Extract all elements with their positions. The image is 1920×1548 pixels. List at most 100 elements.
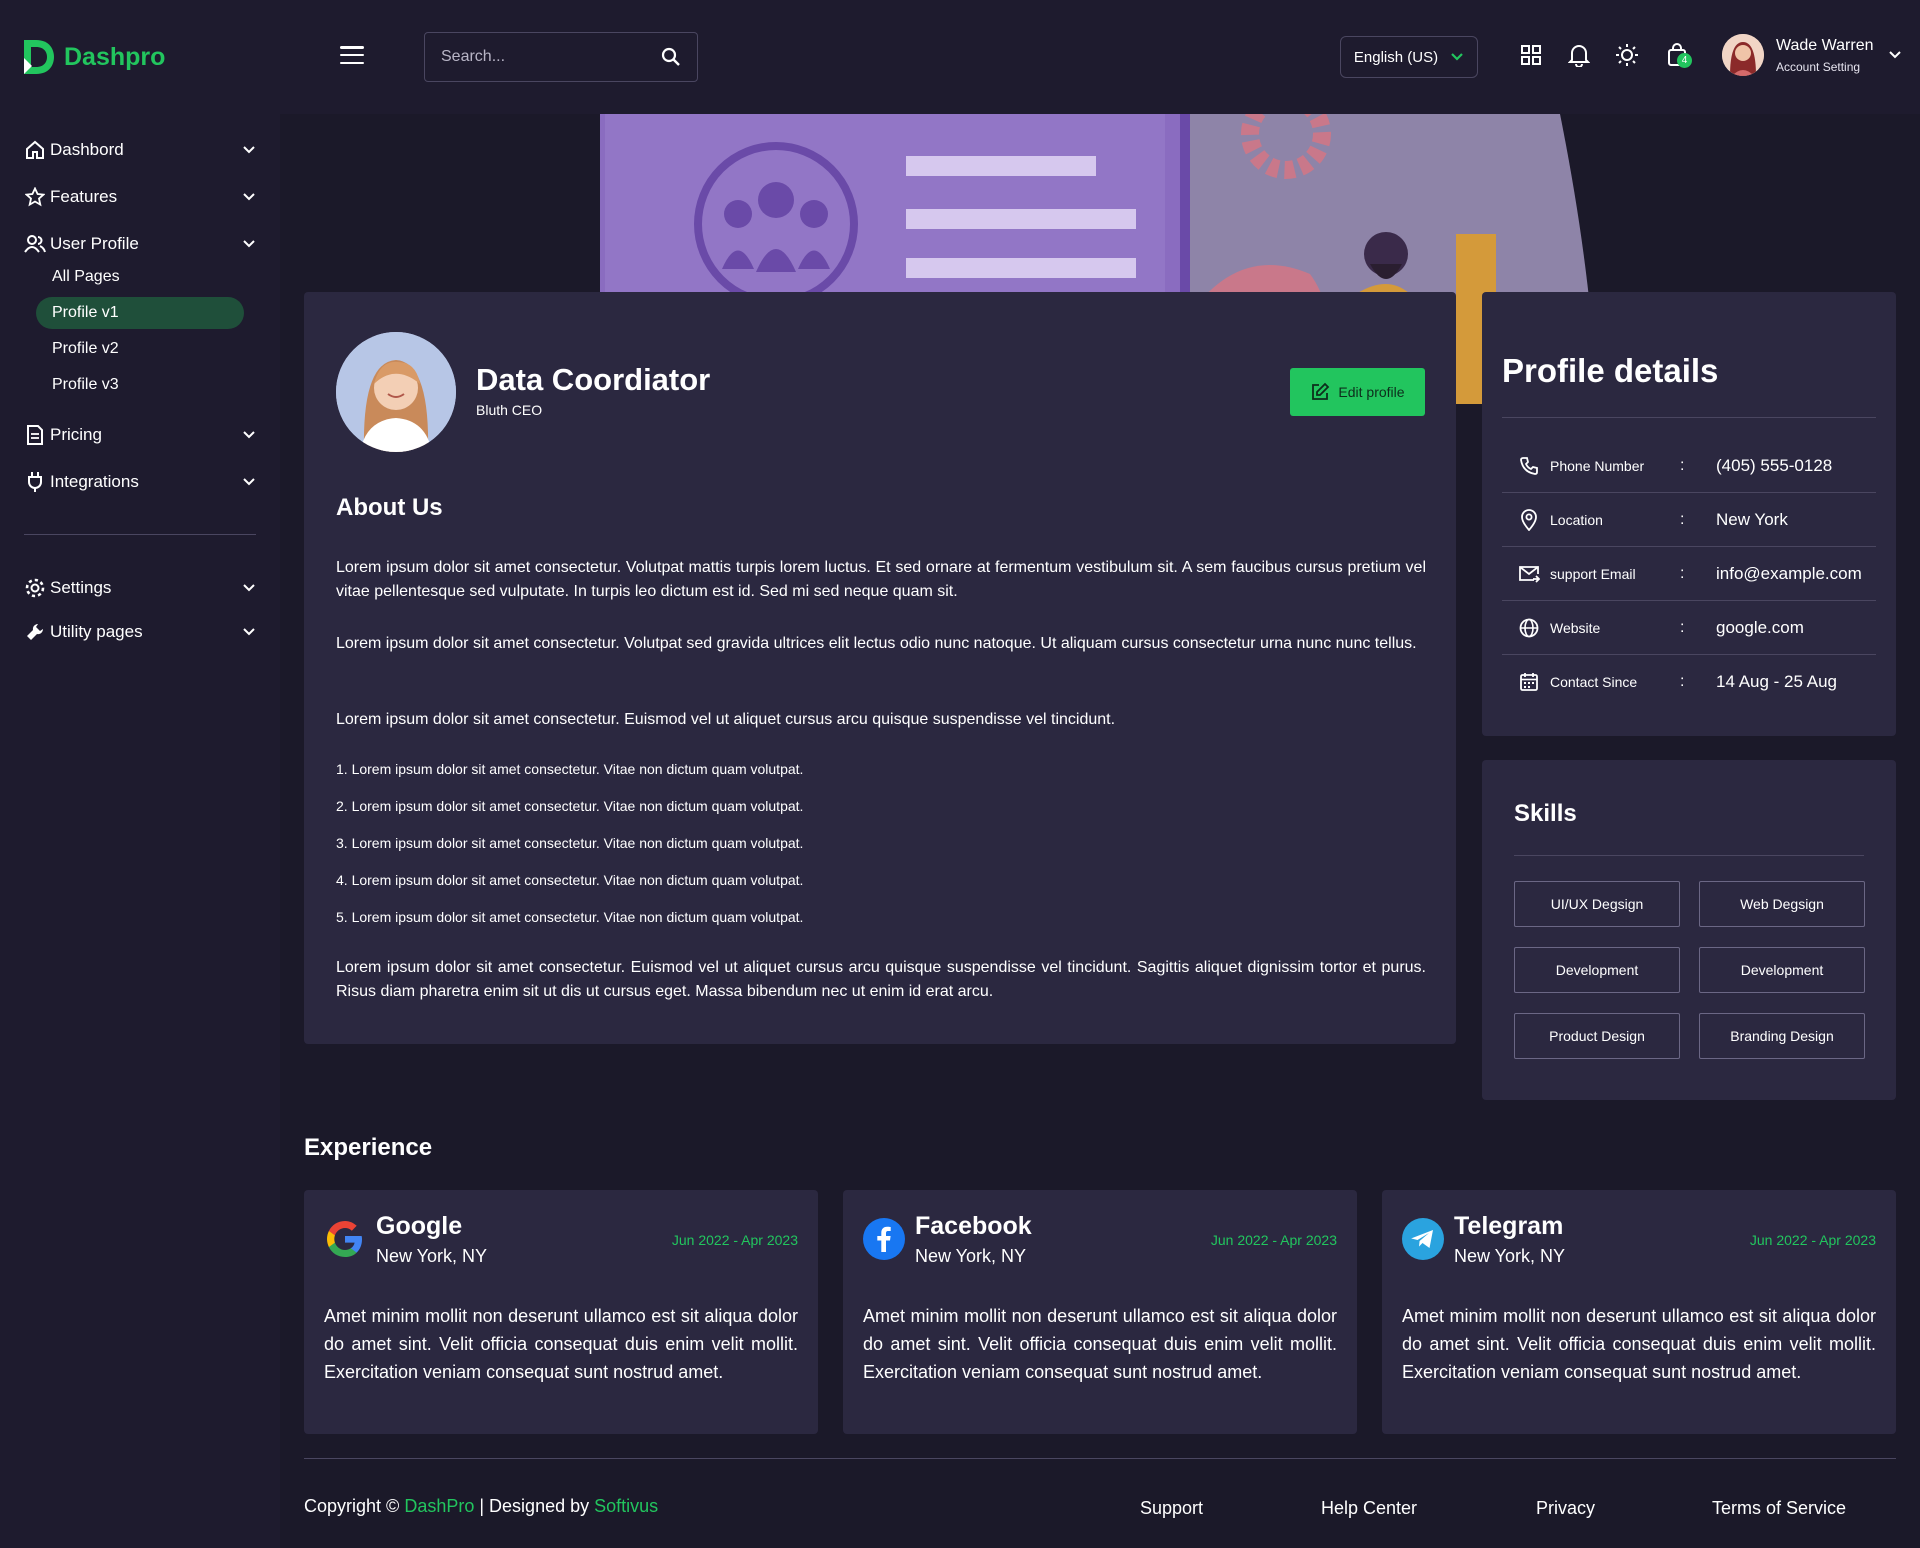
sun-icon bbox=[1616, 44, 1638, 66]
skills-heading: Skills bbox=[1514, 800, 1577, 827]
sidebar-subitem-label: Profile v3 bbox=[52, 376, 119, 393]
detail-label: support Email bbox=[1550, 565, 1636, 582]
footer-link-support[interactable]: Support bbox=[1140, 1498, 1203, 1519]
about-paragraph: Lorem ipsum dolor sit amet consectetur. … bbox=[336, 559, 1426, 600]
skill-chip[interactable]: UI/UX Degsign bbox=[1514, 881, 1680, 927]
experience-location: New York, NY bbox=[376, 1246, 488, 1266]
notifications-button[interactable] bbox=[1564, 40, 1594, 70]
avatar bbox=[336, 332, 456, 452]
experience-dates: Jun 2022 - Apr 2023 bbox=[1210, 1232, 1337, 1248]
detail-label: Phone Number bbox=[1550, 457, 1645, 474]
sidebar-item-integrations[interactable]: Integrations bbox=[24, 467, 256, 497]
chevron-down-icon bbox=[243, 240, 255, 248]
detail-colon: : bbox=[1680, 456, 1685, 474]
list-item: 3. Lorem ipsum dolor sit amet consectetu… bbox=[336, 835, 804, 851]
phone-icon bbox=[1518, 456, 1540, 476]
sidebar-item-settings[interactable]: Settings bbox=[24, 573, 256, 603]
user-avatar-image bbox=[1722, 34, 1764, 76]
footer-link-help-center[interactable]: Help Center bbox=[1321, 1498, 1417, 1519]
telegram-logo-icon bbox=[1402, 1218, 1444, 1260]
detail-value: New York bbox=[1716, 509, 1788, 529]
footer-link-privacy[interactable]: Privacy bbox=[1536, 1498, 1595, 1519]
profile-avatar-image bbox=[336, 332, 456, 452]
account-setting-label: Account Setting bbox=[1776, 59, 1861, 74]
detail-colon: : bbox=[1680, 618, 1685, 636]
profile-role: Bluth CEO bbox=[476, 402, 543, 418]
sidebar-item-features[interactable]: Features bbox=[24, 182, 256, 212]
wrench-icon bbox=[24, 621, 46, 643]
sidebar-subitem-all-pages[interactable]: All Pages bbox=[36, 261, 244, 293]
sidebar-subitem-label: Profile v2 bbox=[52, 340, 119, 357]
detail-label: Website bbox=[1550, 619, 1601, 636]
divider bbox=[1514, 855, 1864, 856]
sidebar-item-label: Settings bbox=[50, 578, 112, 597]
list-item: 2. Lorem ipsum dolor sit amet consectetu… bbox=[336, 798, 804, 814]
list-item: 5. Lorem ipsum dolor sit amet consectetu… bbox=[336, 909, 804, 925]
hamburger-line bbox=[340, 46, 364, 49]
sidebar-item-label: User Profile bbox=[50, 234, 139, 253]
detail-colon: : bbox=[1680, 673, 1685, 690]
user-menu[interactable]: Wade Warren Account Setting bbox=[1722, 34, 1902, 76]
designer-link[interactable]: Softivus bbox=[594, 1496, 658, 1516]
about-paragraph: Lorem ipsum dolor sit amet consectetur. … bbox=[336, 635, 1417, 652]
skill-chip[interactable]: Web Degsign bbox=[1699, 881, 1865, 927]
plug-icon bbox=[24, 471, 46, 493]
list-item: 4. Lorem ipsum dolor sit amet consectetu… bbox=[336, 872, 804, 888]
user-name: Wade Warren bbox=[1776, 36, 1874, 54]
experience-heading: Experience bbox=[304, 1134, 433, 1161]
sidebar-subitem-profile-v1[interactable]: Profile v1 bbox=[36, 297, 244, 329]
sidebar-item-user-profile[interactable]: User Profile bbox=[24, 229, 256, 259]
copyright-prefix: Copyright © bbox=[304, 1496, 400, 1516]
brand-link[interactable]: DashPro bbox=[404, 1496, 474, 1516]
edit-icon bbox=[1312, 382, 1330, 400]
star-icon bbox=[24, 186, 46, 208]
copyright-text: Copyright © DashPro | Designed by Softiv… bbox=[304, 1496, 658, 1517]
sidebar-subitem-profile-v3[interactable]: Profile v3 bbox=[36, 369, 244, 401]
experience-dates: Jun 2022 - Apr 2023 bbox=[1749, 1232, 1876, 1248]
experience-location: New York, NY bbox=[915, 1246, 1027, 1266]
skill-chip[interactable]: Product Design bbox=[1514, 1013, 1680, 1059]
gear-icon bbox=[24, 577, 46, 599]
list-item: 1. Lorem ipsum dolor sit amet consectetu… bbox=[336, 761, 804, 777]
sidebar-item-utility-pages[interactable]: Utility pages bbox=[24, 617, 256, 647]
sidebar-subitem-profile-v2[interactable]: Profile v2 bbox=[36, 333, 244, 365]
designed-by-text: | Designed by bbox=[479, 1496, 590, 1516]
sidebar bbox=[0, 114, 280, 1548]
skill-chip[interactable]: Branding Design bbox=[1699, 1013, 1865, 1059]
sidebar-item-label: Pricing bbox=[50, 425, 102, 444]
brand-logo[interactable]: Dashpro bbox=[22, 38, 165, 76]
sidebar-item-dashboard[interactable]: Dashbord bbox=[24, 135, 256, 165]
document-icon bbox=[24, 424, 46, 446]
language-selector[interactable]: English (US) bbox=[1340, 36, 1478, 78]
facebook-logo-icon bbox=[863, 1218, 905, 1260]
apps-grid-button[interactable] bbox=[1516, 40, 1546, 70]
cart-button[interactable]: 4 bbox=[1662, 40, 1692, 70]
sidebar-item-pricing[interactable]: Pricing bbox=[24, 420, 256, 450]
experience-card-google: Google New York, NY Jun 2022 - Apr 2023 … bbox=[304, 1190, 818, 1434]
theme-toggle-button[interactable] bbox=[1612, 40, 1642, 70]
search-box bbox=[424, 32, 698, 82]
globe-icon bbox=[1518, 618, 1540, 638]
footer-link-terms[interactable]: Terms of Service bbox=[1712, 1498, 1846, 1519]
chevron-down-icon bbox=[1451, 53, 1463, 61]
location-pin-icon bbox=[1518, 508, 1540, 531]
experience-description: Amet minim mollit non deserunt ullamco e… bbox=[1402, 1306, 1876, 1382]
chevron-down-icon bbox=[243, 628, 255, 636]
detail-row-email: support Email : info@example.com bbox=[1502, 547, 1876, 601]
experience-description: Amet minim mollit non deserunt ullamco e… bbox=[863, 1306, 1337, 1382]
sidebar-subitem-label: Profile v1 bbox=[52, 304, 119, 321]
detail-colon: : bbox=[1680, 564, 1685, 582]
menu-toggle-button[interactable] bbox=[340, 46, 364, 64]
search-icon[interactable] bbox=[661, 47, 681, 67]
sidebar-item-label: Integrations bbox=[50, 472, 139, 491]
hamburger-line bbox=[340, 53, 364, 57]
search-input[interactable] bbox=[441, 48, 661, 66]
sidebar-item-label: Utility pages bbox=[50, 622, 143, 641]
edit-profile-button[interactable]: Edit profile bbox=[1290, 368, 1425, 416]
skill-chip[interactable]: Development bbox=[1699, 947, 1865, 993]
skill-chip[interactable]: Development bbox=[1514, 947, 1680, 993]
chevron-down-icon bbox=[1888, 51, 1901, 59]
about-us-heading: About Us bbox=[336, 494, 443, 521]
chevron-down-icon bbox=[243, 193, 255, 201]
detail-row-phone: Phone Number : (405) 555-0128 bbox=[1502, 439, 1876, 493]
